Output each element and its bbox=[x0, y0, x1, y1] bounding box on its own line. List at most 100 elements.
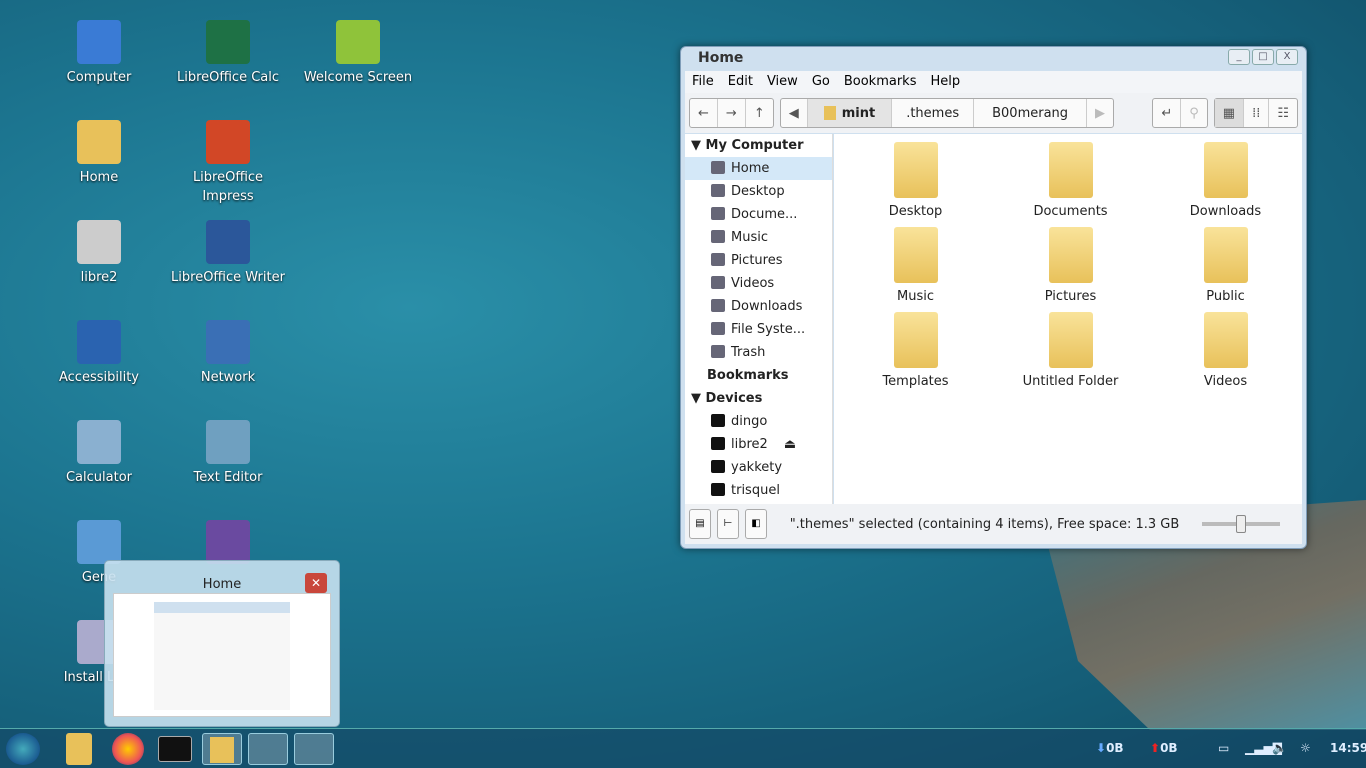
sidebar-device[interactable]: libre2 ⏏ bbox=[685, 433, 832, 456]
desktop-icon-image bbox=[206, 520, 250, 564]
desktop-icon[interactable]: libre2 bbox=[39, 220, 159, 287]
folder-item[interactable]: Music bbox=[838, 227, 993, 304]
drive-icon bbox=[711, 437, 725, 450]
desktop-icon[interactable]: Text Editor bbox=[168, 420, 288, 487]
breadcrumb-left-icon[interactable]: ◀ bbox=[781, 99, 808, 127]
folder-item[interactable]: Videos bbox=[1148, 312, 1303, 389]
list-view-icon[interactable]: ☷ bbox=[1269, 99, 1297, 127]
sidebar-item[interactable]: Trash bbox=[685, 341, 832, 364]
desktop-icon[interactable]: Home bbox=[39, 120, 159, 187]
folder-icon bbox=[1048, 142, 1093, 198]
sidebar-item[interactable]: File Syste... bbox=[685, 318, 832, 341]
desktop-icon[interactable]: Accessibility bbox=[39, 320, 159, 387]
folder-item[interactable]: Public bbox=[1148, 227, 1303, 304]
desktop-icon-image bbox=[77, 220, 121, 264]
back-icon[interactable]: ← bbox=[690, 99, 718, 127]
desktop-icon[interactable]: Computer bbox=[39, 20, 159, 87]
folder-item[interactable]: Desktop bbox=[838, 142, 993, 219]
icon-view-icon[interactable]: ▦ bbox=[1214, 99, 1245, 127]
place-icon bbox=[711, 253, 725, 266]
taskbar-files-icon[interactable] bbox=[66, 733, 92, 765]
taskbar-home-window[interactable] bbox=[202, 733, 242, 765]
folder-item[interactable]: Documents bbox=[993, 142, 1148, 219]
desktop-icon-label: Welcome Screen bbox=[303, 70, 413, 85]
desktop-icon[interactable]: LibreOffice Calc bbox=[168, 20, 288, 87]
toolbar: ← → ↑ ◀ mint .themes B00merang ▶ ↵ ⚲ ▦ ⁞⁞ ☷ bbox=[685, 93, 1302, 133]
folder-item[interactable]: Templates bbox=[838, 312, 993, 389]
menu-bookmarks[interactable]: Bookmarks bbox=[844, 74, 917, 90]
folder-label: Downloads bbox=[1189, 204, 1262, 219]
sidebar-device[interactable]: dingo bbox=[685, 410, 832, 433]
compact-view-icon[interactable]: ⁞⁞ bbox=[1244, 99, 1270, 127]
forward-icon[interactable]: → bbox=[718, 99, 746, 127]
desktop-icon-image bbox=[77, 320, 121, 364]
sidebar-header-my-computer[interactable]: ▼ My Computer bbox=[685, 134, 832, 157]
sidebar-item[interactable]: Home bbox=[685, 157, 832, 180]
folder-icon bbox=[893, 312, 938, 368]
eject-icon[interactable]: ⏏ bbox=[784, 437, 796, 452]
desktop-icon-image bbox=[206, 20, 250, 64]
sidebar-header-devices[interactable]: ▼ Devices bbox=[685, 387, 832, 410]
close-button[interactable]: X bbox=[1276, 49, 1298, 65]
hide-sidebar-icon[interactable]: ◧ bbox=[745, 509, 767, 539]
up-icon[interactable]: ↑ bbox=[746, 99, 773, 127]
taskbar-network-icon[interactable] bbox=[248, 733, 288, 765]
zoom-slider[interactable] bbox=[1202, 515, 1280, 533]
folder-item[interactable]: Pictures bbox=[993, 227, 1148, 304]
drive-icon bbox=[711, 460, 725, 473]
sidebar-device[interactable]: yakkety bbox=[685, 456, 832, 479]
breadcrumb-mint[interactable]: mint bbox=[807, 99, 893, 127]
desktop-icon-label: Text Editor bbox=[193, 470, 263, 485]
drive-icon[interactable]: ▭ bbox=[1218, 741, 1229, 755]
sidebar-item[interactable]: Downloads bbox=[685, 295, 832, 318]
net-down: ⬇0B bbox=[1096, 741, 1124, 755]
sidebar-item[interactable]: Music bbox=[685, 226, 832, 249]
menu-view[interactable]: View bbox=[767, 74, 798, 90]
zoom-slider-knob[interactable] bbox=[1236, 515, 1246, 533]
desktop-icon[interactable]: Network bbox=[168, 320, 288, 387]
breadcrumb-boomerang[interactable]: B00merang bbox=[974, 99, 1088, 127]
breadcrumb-themes[interactable]: .themes bbox=[892, 99, 975, 127]
menu-file[interactable]: File bbox=[692, 74, 714, 90]
desktop-icon[interactable]: Welcome Screen bbox=[298, 20, 418, 87]
menu-go[interactable]: Go bbox=[812, 74, 830, 90]
menu-help[interactable]: Help bbox=[930, 74, 960, 90]
sidebar-item[interactable]: Pictures bbox=[685, 249, 832, 272]
volume-icon[interactable]: 🔈 bbox=[1272, 741, 1287, 755]
taskbar-computer-icon[interactable] bbox=[294, 733, 334, 765]
place-icon bbox=[711, 207, 725, 220]
breadcrumb: ◀ mint .themes B00merang ▶ bbox=[779, 98, 1115, 128]
desktop-icon-label: Home bbox=[79, 170, 119, 185]
folder-item[interactable]: Downloads bbox=[1148, 142, 1303, 219]
sidebar-item[interactable]: Videos bbox=[685, 272, 832, 295]
taskbar-preview[interactable]: Home ✕ bbox=[104, 560, 340, 727]
sidebar-device[interactable]: trisquel bbox=[685, 479, 832, 502]
clock[interactable]: 14:59 bbox=[1330, 741, 1366, 755]
desktop-icon-image bbox=[206, 420, 250, 464]
breadcrumb-right-icon[interactable]: ▶ bbox=[1087, 99, 1113, 127]
desktop-icon[interactable]: Calculator bbox=[39, 420, 159, 487]
start-button[interactable] bbox=[6, 733, 40, 765]
taskbar-firefox-icon[interactable] bbox=[112, 733, 144, 765]
brightness-icon[interactable]: ☼ bbox=[1300, 741, 1311, 755]
desktop-icon-label: Calculator bbox=[65, 470, 132, 485]
tree-icon[interactable]: ⊢ bbox=[717, 509, 739, 539]
taskbar-terminal-icon[interactable] bbox=[158, 736, 192, 762]
maximize-button[interactable]: □ bbox=[1252, 49, 1274, 65]
desktop-icon[interactable]: LibreOffice Impress bbox=[168, 120, 288, 206]
toggle-location-icon[interactable]: ↵ bbox=[1153, 99, 1182, 127]
search-icon[interactable]: ⚲ bbox=[1181, 99, 1207, 127]
place-icon bbox=[711, 161, 725, 174]
taskbar: ⬇0B ⬆0B ▭ ▁▃▅▇ 🔈 ☼ 14:59 bbox=[0, 728, 1366, 768]
up-arrow-icon: ⬆ bbox=[1150, 741, 1161, 755]
folder-item[interactable]: Untitled Folder bbox=[993, 312, 1148, 389]
sidebar-header-bookmarks[interactable]: Bookmarks bbox=[685, 364, 832, 387]
desktop-icon[interactable]: LibreOffice Writer bbox=[168, 220, 288, 287]
minimize-button[interactable]: _ bbox=[1228, 49, 1250, 65]
sidebar-item[interactable]: Desktop bbox=[685, 180, 832, 203]
place-icon bbox=[711, 345, 725, 358]
sidebar-item[interactable]: Docume... bbox=[685, 203, 832, 226]
preview-close-button[interactable]: ✕ bbox=[305, 573, 327, 593]
menu-edit[interactable]: Edit bbox=[728, 74, 753, 90]
places-icon[interactable]: ▤ bbox=[689, 509, 711, 539]
